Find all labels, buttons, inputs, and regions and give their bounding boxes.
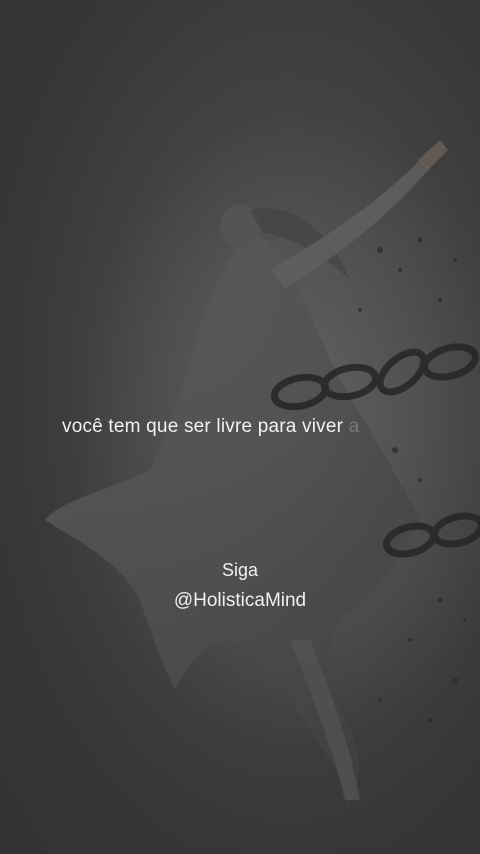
caption-main: você tem que ser livre para viver [62,416,344,437]
follow-label: Siga [221,560,259,580]
account-handle: @HolisticaMind [173,590,307,611]
caption-text: você tem que ser livre para viver a [62,416,359,438]
caption-faded-word: a [348,416,360,437]
story-screen: você tem que ser livre para viver a Siga… [0,0,480,854]
